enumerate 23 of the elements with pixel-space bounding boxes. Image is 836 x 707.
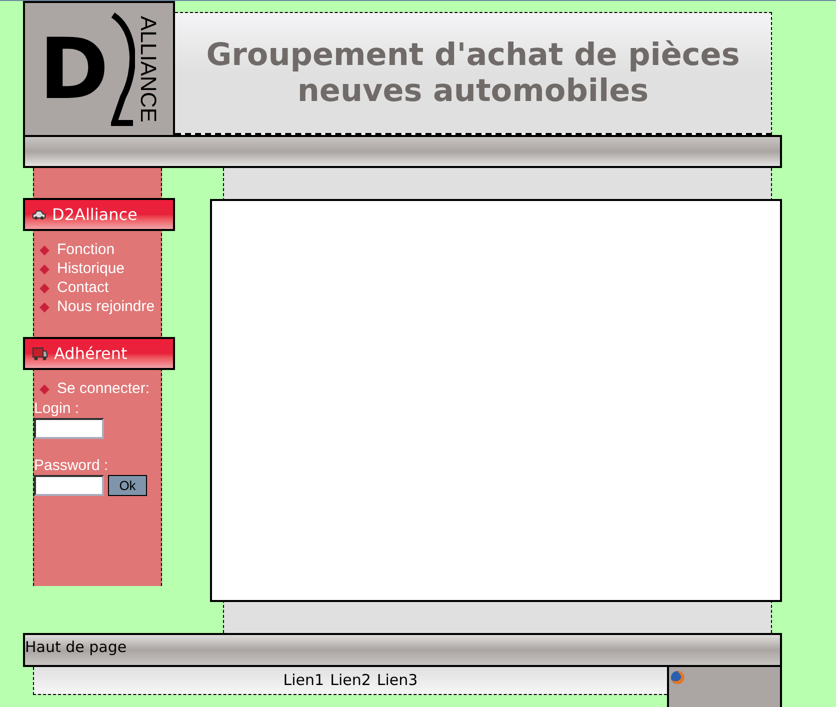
car-icon [32,210,46,220]
truck-icon [32,346,48,360]
bullet-icon [40,384,50,394]
bullet-icon [40,302,50,312]
section-title: Adhérent [54,342,128,364]
globe-icon [670,670,685,685]
login-label: Login : [34,399,80,418]
footer-link[interactable]: Lien2 [330,669,371,692]
bullet-icon [40,284,50,294]
ok-button[interactable]: Ok [108,475,147,496]
bullet-icon [40,246,50,256]
bullet-icon [40,264,50,274]
top-link[interactable]: Haut de page [25,638,127,656]
password-label: Password : [34,456,110,475]
logo-curve-icon [110,11,135,127]
login-field[interactable] [34,418,104,439]
footer-link[interactable]: Lien3 [376,669,418,692]
logo-word: ALLIANCE [136,16,159,122]
site-title: Groupement d'achat de pièces neuves automobiles [205,37,741,109]
password-field[interactable] [34,475,104,496]
section-title: D2Alliance [52,204,138,226]
footer-link[interactable]: Lien1 [283,669,324,692]
logo-letter: D [39,27,109,111]
